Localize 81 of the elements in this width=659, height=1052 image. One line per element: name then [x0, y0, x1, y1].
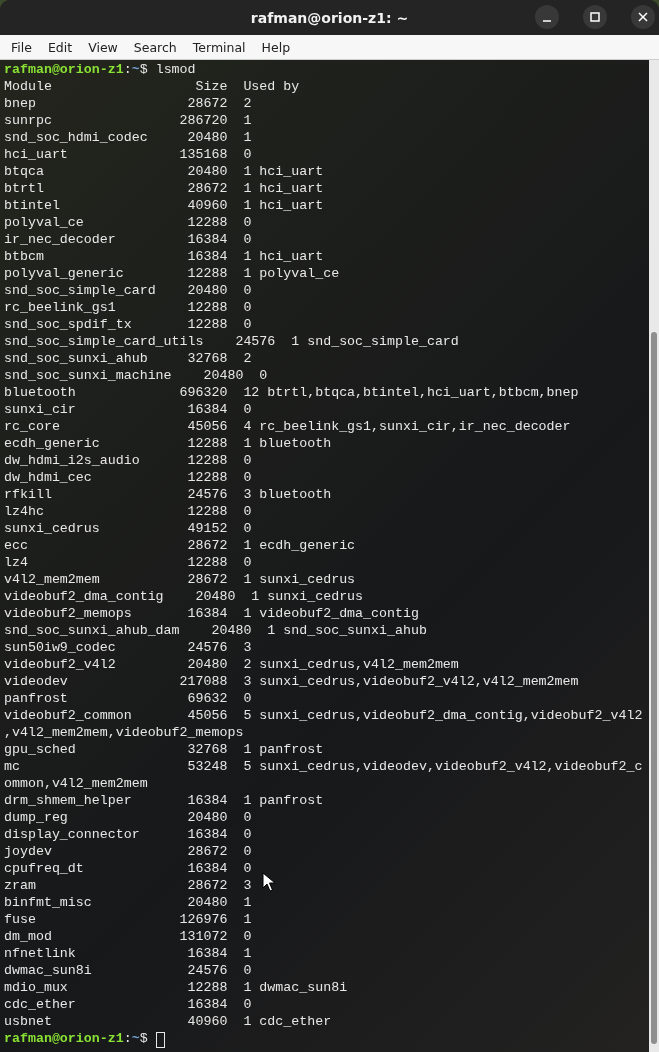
window-title: rafman@orion-z1: ~ — [250, 9, 409, 26]
menu-item[interactable]: View — [80, 39, 126, 55]
output-line: nfnetlink 16384 1 — [4, 946, 252, 963]
output-line: snd_soc_hdmi_codec 20480 1 — [4, 130, 252, 147]
output-line: btintel 40960 1 hci_uart — [4, 198, 324, 215]
prompt-path: ~ — [131, 1031, 140, 1048]
output-line: fuse 126976 1 — [4, 912, 252, 929]
menu-item[interactable]: Edit — [39, 39, 81, 55]
output-line: ecdh_generic 12288 1 bluetooth — [4, 436, 332, 453]
output-line: btrtl 28672 1 hci_uart — [4, 181, 324, 198]
output-line: snd_soc_spdif_tx 12288 0 — [4, 317, 252, 334]
close-button[interactable] — [631, 5, 655, 29]
output-line: videobuf2_memops 16384 1 videobuf2_dma_contig — [4, 606, 419, 623]
maximize-icon — [590, 12, 600, 22]
output-line: dump_reg 20480 0 — [4, 810, 252, 827]
output-line: ,v4l2_mem2mem,videobuf2_memops — [4, 725, 244, 742]
scrollbar-thumb[interactable] — [651, 332, 657, 1044]
output-line: snd_soc_sunxi_machine 20480 0 — [4, 368, 268, 385]
output-line: ecc 28672 1 ecdh_generic — [4, 538, 356, 555]
output-line: hci_uart 135168 0 — [4, 147, 252, 164]
prompt-user-host: rafman@orion-z1 — [4, 62, 124, 79]
menu-item[interactable]: Terminal — [184, 39, 254, 55]
menu-item[interactable]: Help — [253, 39, 299, 55]
output-line: mdio_mux 12288 1 dwmac_sun8i — [4, 980, 348, 997]
output-line: snd_soc_sunxi_ahub_dam 20480 1 snd_soc_sunxi_ahub — [4, 623, 427, 640]
output-line: gpu_sched 32768 1 panfrost — [4, 742, 324, 759]
output-line: ommon,v4l2_mem2mem — [4, 776, 148, 793]
output-line: dw_hdmi_cec 12288 0 — [4, 470, 252, 487]
output-line: Module Size Used by — [4, 79, 300, 96]
maximize-button[interactable] — [583, 5, 607, 29]
command-text: lsmod — [155, 62, 196, 79]
output-line: btqca 20480 1 hci_uart — [4, 164, 324, 181]
menu-item[interactable]: File — [3, 39, 40, 55]
output-line: sunxi_cedrus 49152 0 — [4, 521, 252, 538]
output-line: zram 28672 3 — [4, 878, 252, 895]
output-line: drm_shmem_helper 16384 1 panfrost — [4, 793, 324, 810]
output-line: snd_soc_sunxi_ahub 32768 2 — [4, 351, 252, 368]
output-line: v4l2_mem2mem 28672 1 sunxi_cedrus — [4, 572, 356, 589]
prompt-path: ~ — [131, 62, 140, 79]
prompt-separator: : — [123, 1031, 132, 1048]
output-line: display_connector 16384 0 — [4, 827, 252, 844]
mouse-pointer-icon — [262, 872, 276, 892]
output-line: polyval_generic 12288 1 polyval_ce — [4, 266, 340, 283]
output-line: mc 53248 5 sunxi_cedrus,videodev,videobuf2_v4l2,videobuf2_c — [4, 759, 643, 776]
prompt-user-host: rafman@orion-z1 — [4, 1031, 124, 1048]
output-line: ir_nec_decoder 16384 0 — [4, 232, 252, 249]
output-line: binfmt_misc 20480 1 — [4, 895, 252, 912]
output-line: videobuf2_dma_contig 20480 1 sunxi_cedrus — [4, 589, 364, 606]
output-line: rfkill 24576 3 bluetooth — [4, 487, 332, 504]
menu-item[interactable]: Search — [125, 39, 185, 55]
text-cursor — [155, 1032, 165, 1048]
prompt-symbol: $ — [139, 62, 148, 79]
output-line: cpufreq_dt 16384 0 — [4, 861, 252, 878]
output-line: snd_soc_simple_card 20480 0 — [4, 283, 252, 300]
output-line: bluetooth 696320 12 btrtl,btqca,btintel,hci_uart,btbcm,bnep — [4, 385, 579, 402]
output-line: sun50iw9_codec 24576 3 — [4, 640, 252, 657]
output-line: joydev 28672 0 — [4, 844, 252, 861]
output-line: lz4 12288 0 — [4, 555, 252, 572]
output-line: sunrpc 286720 1 — [4, 113, 252, 130]
output-line: videobuf2_v4l2 20480 2 sunxi_cedrus,v4l2_mem2mem — [4, 657, 459, 674]
output-line: usbnet 40960 1 cdc_ether — [4, 1014, 332, 1031]
output-line: rc_core 45056 4 rc_beelink_gs1,sunxi_cir,ir_nec_decoder — [4, 419, 571, 436]
output-line: bnep 28672 2 — [4, 96, 252, 113]
output-line: polyval_ce 12288 0 — [4, 215, 252, 232]
output-line: snd_soc_simple_card_utils 24576 1 snd_soc_simple_card — [4, 334, 459, 351]
output-line: lz4hc 12288 0 — [4, 504, 252, 521]
output-line: videobuf2_common 45056 5 sunxi_cedrus,videobuf2_dma_contig,videobuf2_v4l2 — [4, 708, 643, 725]
output-line: dm_mod 131072 0 — [4, 929, 252, 946]
prompt-separator: : — [123, 62, 132, 79]
minimize-button[interactable] — [535, 5, 559, 29]
output-line: dw_hdmi_i2s_audio 12288 0 — [4, 453, 252, 470]
output-line: panfrost 69632 0 — [4, 691, 252, 708]
output-line: cdc_ether 16384 0 — [4, 997, 252, 1014]
close-icon — [638, 12, 648, 22]
prompt-symbol: $ — [139, 1031, 148, 1048]
output-line: rc_beelink_gs1 12288 0 — [4, 300, 252, 317]
output-line: btbcm 16384 1 hci_uart — [4, 249, 324, 266]
output-line: dwmac_sun8i 24576 0 — [4, 963, 252, 980]
output-line: sunxi_cir 16384 0 — [4, 402, 252, 419]
minimize-icon — [542, 20, 552, 22]
output-line: videodev 217088 3 sunxi_cedrus,videobuf2_v4l2,v4l2_mem2mem — [4, 674, 579, 691]
